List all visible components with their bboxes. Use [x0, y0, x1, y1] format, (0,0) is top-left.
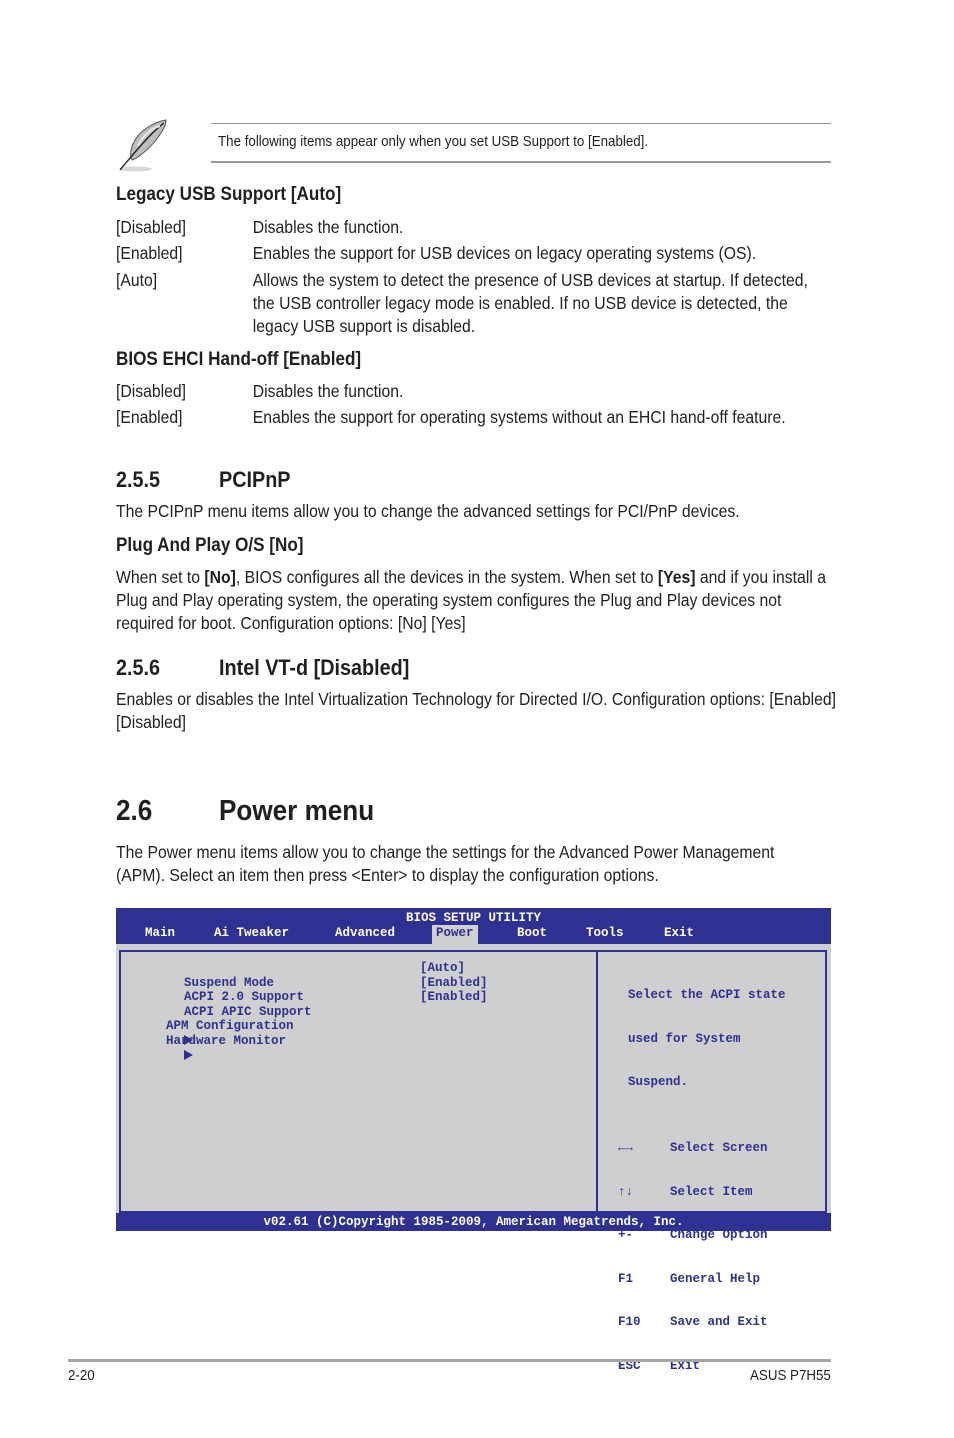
key-action: Select Screen: [670, 1141, 768, 1155]
legacy-usb-heading: Legacy USB Support [Auto]: [116, 184, 342, 205]
text: When set to: [116, 567, 205, 587]
ehci-options: [Disabled] Disables the function. [Enabl…: [116, 380, 890, 455]
chapter-number: 2.6: [116, 795, 153, 827]
option-name: [Disabled]: [116, 217, 187, 237]
option-row: [Auto] Allows the system to detect the p…: [116, 269, 890, 339]
vtd-text: Enables or disables the Intel Virtualiza…: [116, 689, 836, 732]
option-desc: Allows the system to detect the presence…: [252, 270, 808, 336]
bios-header: BIOS SETUP UTILITY Main Ai Tweaker Advan…: [116, 908, 831, 944]
pnp-os-heading: Plug And Play O/S [No]: [116, 535, 304, 556]
option-desc: Enables the support for USB devices on l…: [252, 243, 757, 263]
submenu-label: APM Configuration: [166, 1019, 294, 1033]
bios-title: BIOS SETUP UTILITY: [405, 911, 542, 925]
bold-text: [Yes]: [657, 567, 696, 587]
help-text: Select the ACPI state used for System Su…: [628, 959, 786, 1119]
feather-pen-icon: [114, 116, 172, 174]
product-model: ASUS P7H55: [750, 1368, 831, 1384]
legacy-usb-options: [Disabled] Disables the function. [Enabl…: [116, 216, 890, 336]
setting-value[interactable]: [Auto]: [420, 961, 465, 976]
key-row: F1 General Help: [618, 1271, 760, 1287]
help-line: Suspend.: [628, 1075, 689, 1089]
section-title: Intel VT-d [Disabled]: [219, 655, 410, 680]
submenu-label: Hardware Monitor: [166, 1033, 287, 1048]
option-name: [Auto]: [116, 270, 158, 290]
option-name: [Enabled]: [116, 407, 183, 427]
key: ←→: [618, 1141, 634, 1155]
section-number: 2.5.5: [116, 467, 161, 492]
key: ↑↓: [618, 1184, 634, 1199]
option-row: [Enabled] Enables the support for USB de…: [116, 242, 890, 269]
key: F10: [618, 1315, 641, 1329]
option-row: [Disabled] Disables the function.: [116, 216, 890, 242]
bold-text: [No]: [204, 567, 236, 587]
bios-copyright: v02.61 (C)Copyright 1985-2009, American …: [116, 1213, 831, 1231]
bios-screenshot: BIOS SETUP UTILITY Main Ai Tweaker Advan…: [116, 908, 831, 1373]
option-name: [Enabled]: [116, 243, 183, 263]
page-number: 2-20: [68, 1368, 95, 1384]
option-desc: Disables the function.: [252, 381, 404, 401]
key-row: F10 Save and Exit: [618, 1315, 768, 1330]
setting-value[interactable]: [Enabled]: [420, 990, 488, 1005]
tab-main[interactable]: Main: [145, 925, 175, 944]
option-desc: Disables the function.: [252, 217, 404, 237]
option-row: [Enabled] Enables the support for operat…: [116, 406, 890, 454]
tab-tools[interactable]: Tools: [586, 925, 624, 944]
help-line: Select the ACPI state: [628, 988, 786, 1002]
pnp-os-paragraph: When set to [No], BIOS configures all th…: [116, 566, 827, 635]
bios-help-panel: Select the ACPI state used for System Su…: [596, 950, 827, 1373]
bios-settings-panel: Suspend Mode [Auto] ACPI 2.0 Support [En…: [119, 950, 598, 1213]
setting-value[interactable]: [Enabled]: [420, 976, 488, 991]
help-line: used for System: [628, 1031, 741, 1046]
submenu-arrow-icon: [184, 1049, 194, 1060]
pcipnp-intro: The PCIPnP menu items allow you to chang…: [116, 501, 740, 521]
option-row: [Disabled] Disables the function.: [116, 380, 890, 406]
key-row: ↑↓ Select Item: [618, 1184, 753, 1200]
tab-boot[interactable]: Boot: [517, 925, 547, 944]
submenu-hardware-monitor[interactable]: Hardware Monitor: [139, 1034, 286, 1092]
power-intro: The Power menu items allow you to change…: [116, 842, 775, 885]
tab-power[interactable]: Power: [432, 925, 478, 944]
section-title: PCIPnP: [219, 467, 291, 492]
key-action: Save and Exit: [670, 1315, 768, 1329]
text: , BIOS configures all the devices in the…: [235, 567, 658, 587]
tab-exit[interactable]: Exit: [664, 925, 694, 944]
footer-divider: [68, 1359, 831, 1362]
key-action: General Help: [670, 1271, 761, 1286]
note-divider-bottom: [211, 161, 831, 163]
tab-ai-tweaker[interactable]: Ai Tweaker: [214, 925, 289, 944]
tab-advanced[interactable]: Advanced: [335, 925, 395, 944]
note-divider-top: [211, 123, 831, 124]
setting-label: ACPI APIC Support: [184, 1004, 312, 1019]
key-row: ←→ Select Screen: [618, 1141, 768, 1156]
chapter-title: Power menu: [219, 795, 375, 827]
key-action: Select Item: [670, 1184, 753, 1199]
section-number: 2.5.6: [116, 655, 161, 680]
key: F1: [618, 1271, 634, 1286]
option-desc: Enables the support for operating system…: [252, 407, 786, 427]
ehci-heading: BIOS EHCI Hand-off [Enabled]: [116, 349, 362, 370]
note-text: The following items appear only when you…: [218, 134, 649, 150]
option-name: [Disabled]: [116, 381, 187, 401]
